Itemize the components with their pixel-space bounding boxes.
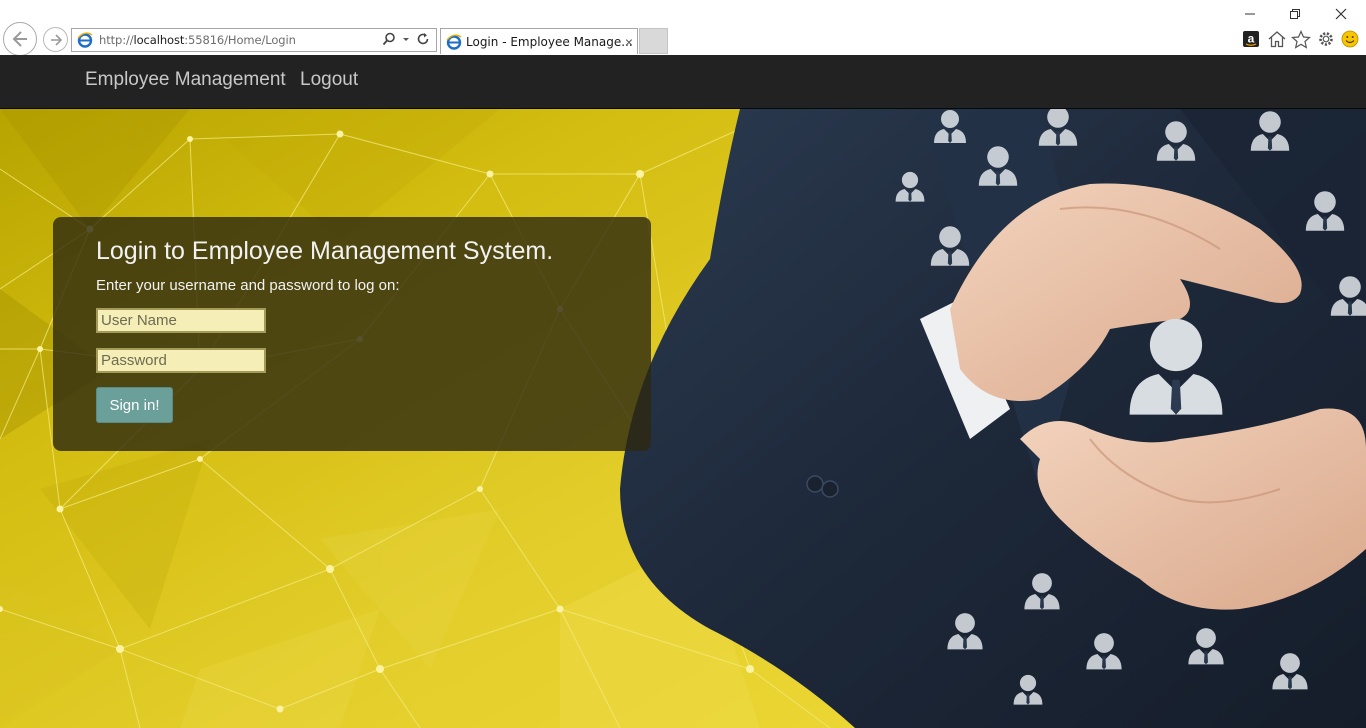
login-subtitle: Enter your username and password to log …: [96, 277, 400, 294]
amazon-icon: a: [1243, 31, 1259, 47]
close-icon: [1335, 8, 1347, 20]
url-path: :55816/Home/Login: [184, 33, 296, 47]
minimize-icon: [1245, 13, 1255, 15]
brand-link[interactable]: Employee Management: [85, 69, 286, 91]
new-tab-button[interactable]: [639, 28, 668, 54]
username-input[interactable]: [96, 308, 266, 333]
tab-login[interactable]: Login - Employee Manage... ×: [440, 28, 638, 54]
ie-logo-icon: [446, 33, 462, 50]
close-window-button[interactable]: [1331, 6, 1351, 22]
home-icon: [1268, 31, 1286, 48]
browser-chrome: http://localhost:55816/Home/Login Login …: [0, 0, 1366, 56]
star-icon: [1291, 29, 1311, 49]
refresh-icon[interactable]: [416, 32, 430, 46]
sign-in-button[interactable]: Sign in!: [96, 387, 173, 423]
logout-link[interactable]: Logout: [300, 69, 358, 91]
smiley-icon: [1341, 30, 1359, 48]
business-person-photo: [620, 109, 1366, 728]
back-button[interactable]: [3, 22, 37, 56]
address-bar[interactable]: http://localhost:55816/Home/Login: [71, 28, 437, 52]
tab-title: Login - Employee Manage...: [466, 34, 633, 49]
forward-arrow-icon: [50, 33, 62, 46]
minimize-button[interactable]: [1240, 6, 1260, 22]
search-icon[interactable]: [382, 32, 396, 46]
url-text: http://localhost:55816/Home/Login: [99, 33, 296, 47]
address-icons: [382, 32, 430, 46]
favorites-button[interactable]: [1290, 29, 1312, 49]
hero-background: Login to Employee Management System. Ent…: [0, 109, 1366, 728]
restore-icon: [1290, 9, 1300, 19]
forward-button[interactable]: [43, 27, 68, 52]
ie-logo-icon: [77, 32, 93, 48]
feedback-button[interactable]: [1339, 29, 1361, 49]
home-button[interactable]: [1266, 29, 1288, 49]
login-panel: Login to Employee Management System. Ent…: [53, 217, 651, 451]
url-host: localhost: [133, 33, 185, 47]
amazon-button[interactable]: a: [1240, 29, 1262, 49]
login-title: Login to Employee Management System.: [96, 237, 554, 265]
restore-button[interactable]: [1285, 6, 1305, 22]
url-prefix: http://: [99, 33, 134, 47]
amazon-glyph: a: [1248, 32, 1255, 46]
back-arrow-icon: [12, 31, 27, 47]
dropdown-icon[interactable]: [402, 32, 410, 46]
settings-button[interactable]: [1315, 29, 1337, 49]
gear-icon: [1319, 32, 1333, 46]
top-navbar: Employee Management Logout: [0, 55, 1366, 109]
close-icon[interactable]: ×: [625, 34, 633, 50]
password-input[interactable]: [96, 348, 266, 373]
